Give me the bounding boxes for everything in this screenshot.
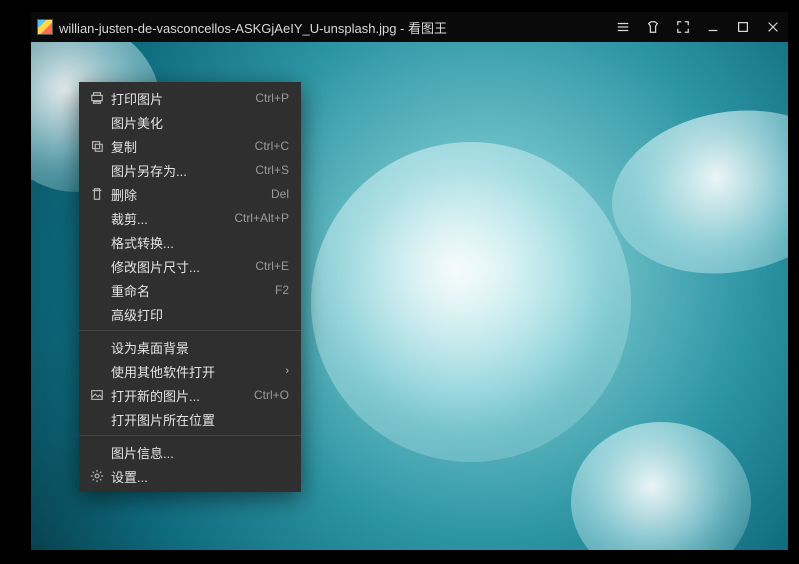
expand-icon [676,20,690,34]
print-icon [87,91,107,105]
menu-item-label: 打印图片 [107,89,255,108]
menu-item-delete[interactable]: 删除 Del [79,182,301,206]
menu-item-label: 图片美化 [107,113,289,132]
menu-item-image-info[interactable]: 图片信息... [79,440,301,464]
menu-item-shortcut: Ctrl+O [254,388,289,402]
chevron-right-icon: › [285,365,289,377]
pin-button[interactable] [638,12,668,42]
menu-item-beautify[interactable]: 图片美化 [79,110,301,134]
menu-item-label: 图片另存为... [107,161,255,180]
menu-item-save-as[interactable]: 图片另存为... Ctrl+S [79,158,301,182]
menu-item-advanced-print[interactable]: 高级打印 [79,302,301,326]
close-icon [766,20,780,34]
menu-separator [79,330,301,331]
menu-item-label: 打开图片所在位置 [107,410,289,429]
menu-item-shortcut: Ctrl+Alt+P [234,211,289,225]
menu-item-shortcut: Del [271,187,289,201]
context-menu: 打印图片 Ctrl+P 图片美化 复制 Ctrl+C 图片另存为... Ctrl… [79,82,301,492]
menu-item-open-with[interactable]: 使用其他软件打开 › [79,359,301,383]
fullscreen-button[interactable] [668,12,698,42]
image-content [599,92,788,291]
menu-item-label: 修改图片尺寸... [107,257,255,276]
menu-item-label: 使用其他软件打开 [107,362,285,381]
menu-item-shortcut: Ctrl+C [255,139,289,153]
menu-item-print-image[interactable]: 打印图片 Ctrl+P [79,86,301,110]
menu-item-copy[interactable]: 复制 Ctrl+C [79,134,301,158]
minimize-icon [706,20,720,34]
hamburger-icon [616,20,630,34]
menu-item-label: 图片信息... [107,443,289,462]
menu-separator [79,435,301,436]
maximize-icon [736,20,750,34]
menu-item-label: 设为桌面背景 [107,338,289,357]
close-button[interactable] [758,12,788,42]
menu-item-label: 复制 [107,137,255,156]
menu-item-settings[interactable]: 设置... [79,464,301,488]
menu-item-shortcut: Ctrl+E [255,259,289,273]
menu-item-shortcut: Ctrl+P [255,91,289,105]
menu-item-rename[interactable]: 重命名 F2 [79,278,301,302]
menu-item-format-convert[interactable]: 格式转换... [79,230,301,254]
image-content [571,422,751,550]
menu-item-label: 格式转换... [107,233,289,252]
app-icon [37,19,53,35]
menu-item-label: 删除 [107,185,271,204]
menu-item-set-wallpaper[interactable]: 设为桌面背景 [79,335,301,359]
menu-item-crop[interactable]: 裁剪... Ctrl+Alt+P [79,206,301,230]
trash-icon [87,187,107,201]
menu-item-label: 裁剪... [107,209,234,228]
menu-item-label: 设置... [107,467,289,486]
image-content [311,142,631,462]
menu-item-shortcut: Ctrl+S [255,163,289,177]
menu-item-open-location[interactable]: 打开图片所在位置 [79,407,301,431]
menu-button[interactable] [608,12,638,42]
menu-item-resize[interactable]: 修改图片尺寸... Ctrl+E [79,254,301,278]
menu-item-label: 重命名 [107,281,275,300]
copy-icon [87,139,107,153]
maximize-button[interactable] [728,12,758,42]
window-title: willian-justen-de-vasconcellos-ASKGjAeIY… [59,18,447,37]
menu-item-shortcut: F2 [275,283,289,297]
menu-item-label: 高级打印 [107,305,289,324]
titlebar: willian-justen-de-vasconcellos-ASKGjAeIY… [31,12,788,42]
gear-icon [87,469,107,483]
minimize-button[interactable] [698,12,728,42]
shirt-icon [646,20,660,34]
image-icon [87,388,107,402]
menu-item-open-new[interactable]: 打开新的图片... Ctrl+O [79,383,301,407]
menu-item-label: 打开新的图片... [107,386,254,405]
